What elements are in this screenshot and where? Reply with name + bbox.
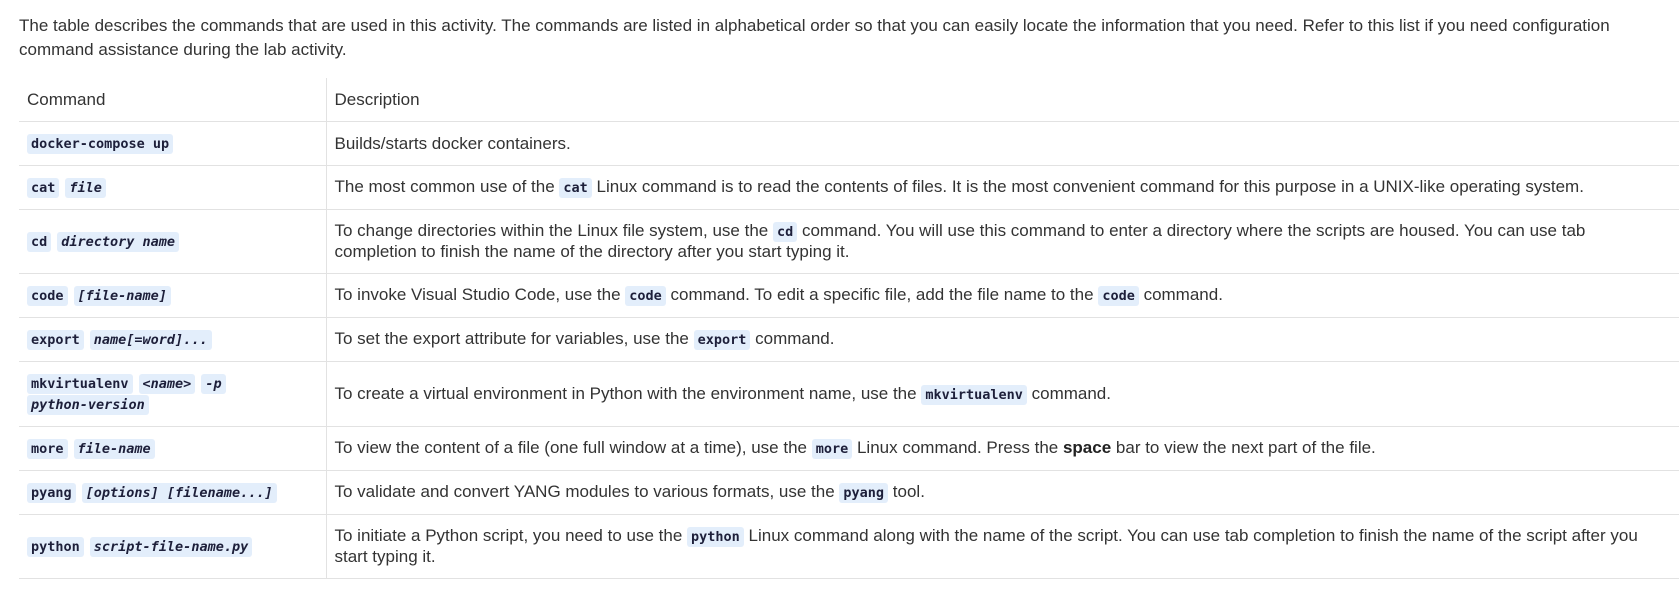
table-row: cat file The most common use of the cat L…: [19, 165, 1679, 210]
command-flag: -p: [201, 374, 226, 394]
table-row: export name[=word]... To set the export a…: [19, 317, 1679, 362]
command-code: cd: [27, 232, 52, 252]
description-text: The most common use of the: [334, 177, 555, 196]
inline-code: more: [811, 439, 853, 459]
description-cell: To view the content of a file (one full …: [326, 426, 1679, 471]
command-cell: pyang [options] [filename...]: [19, 470, 327, 515]
command-code: cat: [27, 178, 60, 198]
command-cell: python script-file-name.py: [19, 514, 327, 579]
command-code: export: [27, 330, 84, 350]
inline-code: pyang: [839, 483, 889, 503]
inline-code: cat: [559, 178, 592, 198]
command-cell: more file-name: [19, 426, 327, 471]
description-text: To set the export attribute for variable…: [334, 329, 689, 348]
bold-text: space: [1062, 438, 1112, 457]
header-command: Command: [19, 78, 327, 122]
command-argument: directory name: [57, 232, 180, 252]
command-cell: docker-compose up: [19, 121, 327, 166]
command-cell: cd directory name: [19, 209, 327, 274]
table-header-row: Command Description: [19, 78, 1679, 122]
description-text: To change directories within the Linux f…: [334, 221, 769, 240]
description-text: To validate and convert YANG modules to …: [334, 482, 835, 501]
description-text: bar to view the next part of the file.: [1115, 438, 1376, 457]
description-text: Linux command is to read the contents of…: [596, 177, 1584, 196]
content-area: The table describes the commands that ar…: [0, 0, 1679, 579]
inline-code: mkvirtualenv: [921, 384, 1027, 405]
command-argument: [file-name]: [73, 286, 171, 306]
inline-code: cd: [772, 222, 798, 242]
command-argument: <name>: [138, 374, 196, 394]
command-cell: export name[=word]...: [19, 317, 327, 362]
description-cell: To create a virtual environment in Pytho…: [326, 361, 1679, 427]
command-cell: code [file-name]: [19, 273, 327, 318]
command-table: Command Description docker-compose up Bu…: [19, 78, 1679, 579]
description-text: Builds/starts docker containers.: [334, 133, 571, 153]
command-code: docker-compose up: [27, 134, 174, 154]
command-argument: python-version: [27, 395, 149, 415]
description-text: tool.: [892, 482, 925, 501]
command-code: more: [27, 439, 68, 459]
inline-code: code: [1098, 286, 1139, 306]
description-text: command.: [1143, 285, 1223, 304]
table-row: more file-name To view the content of a f…: [19, 426, 1679, 471]
command-code: pyang: [27, 483, 76, 503]
command-cell: cat file: [19, 165, 327, 210]
header-description: Description: [326, 78, 1679, 122]
description-text: To create a virtual environment in Pytho…: [334, 383, 917, 403]
description-text: To invoke Visual Studio Code, use the: [334, 285, 621, 304]
description-cell: To set the export attribute for variable…: [326, 317, 1679, 362]
command-cell: mkvirtualenv <name> -p python-version: [19, 361, 327, 427]
table-row: mkvirtualenv <name> -p python-version To c…: [19, 361, 1679, 427]
description-cell: To validate and convert YANG modules to …: [326, 470, 1679, 515]
description-cell: The most common use of the cat Linux com…: [326, 165, 1679, 210]
description-text: command.: [1031, 383, 1111, 403]
intro-paragraph: The table describes the commands that ar…: [19, 16, 1610, 59]
description-text: Linux command. Press the: [856, 438, 1059, 457]
description-text: To initiate a Python script, you need to…: [334, 526, 683, 545]
description-text: command. To edit a specific file, add th…: [670, 285, 1094, 304]
command-code: mkvirtualenv: [27, 374, 133, 394]
table-row: code [file-name] To invoke Visual Studio …: [19, 273, 1679, 318]
table-row: cd directory name To change directories w…: [19, 209, 1679, 274]
command-argument: file: [65, 178, 106, 198]
command-argument: file-name: [73, 439, 155, 459]
command-argument: script-file-name.py: [89, 537, 253, 557]
inline-code: python: [687, 527, 744, 547]
inline-code: code: [625, 286, 666, 306]
command-code: code: [27, 286, 68, 306]
inline-code: export: [693, 330, 751, 350]
command-code: python: [27, 537, 84, 557]
command-argument: name[=word]...: [89, 330, 212, 350]
description-cell: To initiate a Python script, you need to…: [326, 514, 1679, 579]
table-row: python script-file-name.py To initiate a …: [19, 514, 1679, 579]
command-argument: [options] [filename...]: [81, 483, 277, 503]
description-cell: To invoke Visual Studio Code, use the co…: [326, 273, 1679, 318]
table-row: pyang [options] [filename...] To validate…: [19, 470, 1679, 515]
description-cell: To change directories within the Linux f…: [326, 209, 1679, 274]
description-cell: Builds/starts docker containers.: [326, 121, 1679, 166]
description-text: command.: [755, 329, 835, 348]
table-row: docker-compose up Builds/starts docker c…: [19, 121, 1679, 166]
description-text: To view the content of a file (one full …: [334, 438, 807, 457]
